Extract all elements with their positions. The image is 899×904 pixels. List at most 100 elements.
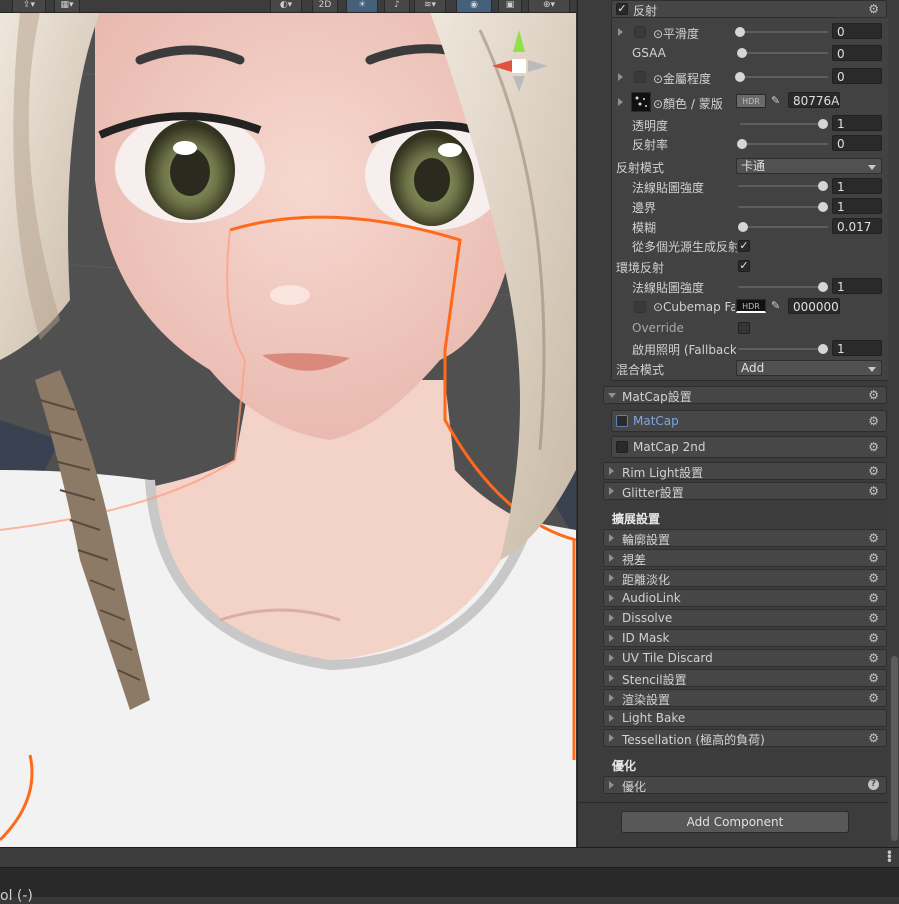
add-component-button[interactable]: Add Component (621, 811, 849, 833)
inspector-scrollbar[interactable] (888, 0, 899, 847)
color-foldout-icon[interactable] (618, 98, 623, 106)
border-slider-knob[interactable] (818, 202, 828, 212)
reflectance-value[interactable]: 0 (832, 135, 882, 151)
section-id-mask[interactable]: ID Mask ⚙ (603, 629, 887, 647)
gear-icon[interactable]: ⚙ (868, 551, 879, 565)
gsaa-slider-track[interactable] (742, 52, 828, 54)
gear-icon[interactable]: ⚙ (868, 591, 879, 605)
matcap2-checkbox[interactable] (616, 441, 628, 453)
multi-light-checkbox[interactable]: ✓ (738, 240, 750, 252)
gear-icon[interactable]: ⚙ (868, 731, 879, 745)
audio-icon[interactable]: ♪ (384, 0, 410, 13)
reflection-mode-dropdown[interactable]: 卡通 (736, 158, 882, 174)
smoothness-foldout-icon[interactable] (618, 28, 623, 36)
mode-2d-button[interactable]: 2D (312, 0, 338, 13)
camera-icon[interactable]: ▣ (498, 0, 522, 13)
section-parallax[interactable]: 視差 ⚙ (603, 549, 887, 567)
border-value[interactable]: 1 (832, 198, 882, 214)
smoothness-texture-slot[interactable] (634, 26, 646, 38)
env-normal-strength-value[interactable]: 1 (832, 278, 882, 294)
help-icon[interactable]: ? (868, 779, 879, 790)
scene-view[interactable]: ⇪▾ ▦▾ ◐▾ 2D ☀ ♪ ≋▾ ◉ ▣ ⊕▾ (0, 0, 576, 847)
transparency-value[interactable]: 1 (832, 115, 882, 131)
section-tessellation[interactable]: Tessellation (極高的負荷) ⚙ (603, 729, 887, 747)
section-audiolink[interactable]: AudioLink ⚙ (603, 589, 887, 607)
normal-strength-slider-knob[interactable] (818, 181, 828, 191)
metallic-slider-track[interactable] (740, 76, 828, 78)
metallic-slider-knob[interactable] (735, 72, 745, 82)
section-matcap[interactable]: MatCap設置 ⚙ (603, 386, 887, 404)
cubemap-hex-field[interactable]: 000000 (788, 298, 840, 314)
cubemap-texture-slot[interactable] (634, 301, 646, 313)
section-rimlight[interactable]: Rim Light設置 ⚙ (603, 462, 887, 480)
color-hex-field[interactable]: 80776A (788, 92, 840, 108)
smoothness-slider-track[interactable] (740, 31, 828, 33)
eyedropper-icon[interactable]: ✎ (771, 299, 780, 312)
gsaa-slider-knob[interactable] (737, 48, 747, 58)
section-glitter[interactable]: Glitter設置 ⚙ (603, 482, 887, 500)
color-hdr-swatch[interactable]: HDR (736, 94, 766, 108)
section-dissolve[interactable]: Dissolve ⚙ (603, 609, 887, 627)
transparency-slider-track[interactable] (740, 123, 824, 125)
normal-strength-value[interactable]: 1 (832, 178, 882, 194)
gear-icon[interactable]: ⚙ (868, 531, 879, 545)
gear-icon[interactable]: ⚙ (868, 691, 879, 705)
reflectance-slider-track[interactable] (740, 143, 828, 145)
env-normal-strength-slider-track[interactable] (738, 286, 824, 288)
override-checkbox[interactable] (738, 322, 750, 334)
matcap-panel[interactable]: MatCap ⚙ (611, 410, 887, 432)
gizmos-globe-icon[interactable]: ⊕▾ (528, 0, 570, 13)
gear-icon[interactable]: ⚙ (868, 484, 879, 498)
gsaa-value[interactable]: 0 (832, 45, 882, 61)
gizmo-tool-icon[interactable]: ⇪▾ (12, 0, 46, 13)
normal-strength-slider-track[interactable] (738, 185, 824, 187)
blur-value[interactable]: 0.017 (832, 218, 882, 234)
visibility-icon[interactable]: ◉ (456, 0, 492, 13)
section-reflection-header[interactable]: ✓ 反射 ⚙ (611, 0, 887, 18)
gear-icon[interactable]: ⚙ (868, 571, 879, 585)
blend-mode-dropdown[interactable]: Add (736, 360, 882, 376)
metallic-texture-slot[interactable] (634, 71, 646, 83)
gear-icon[interactable]: ⚙ (868, 671, 879, 685)
blur-slider-knob[interactable] (738, 222, 748, 232)
env-reflection-checkbox[interactable]: ✓ (738, 260, 750, 272)
border-slider-track[interactable] (738, 206, 824, 208)
smoothness-slider-knob[interactable] (735, 27, 745, 37)
section-rendering[interactable]: 渲染設置 ⚙ (603, 689, 887, 707)
cubemap-hdr-swatch[interactable]: HDR (736, 299, 766, 313)
env-normal-strength-slider-knob[interactable] (818, 282, 828, 292)
layers-icon[interactable]: ≋▾ (414, 0, 446, 13)
grid-icon[interactable]: ▦▾ (54, 0, 80, 13)
scrollbar-thumb[interactable] (891, 656, 898, 841)
matcap2-panel[interactable]: MatCap 2nd ⚙ (611, 436, 887, 458)
section-uv-tile-discard[interactable]: UV Tile Discard ⚙ (603, 649, 887, 667)
metallic-value[interactable]: 0 (832, 68, 882, 84)
eyedropper-icon[interactable]: ✎ (771, 94, 780, 107)
gear-icon[interactable]: ⚙ (868, 388, 879, 402)
blur-slider-track[interactable] (740, 226, 828, 228)
gear-icon[interactable]: ⚙ (868, 414, 879, 428)
gear-icon[interactable]: ⚙ (868, 651, 879, 665)
section-distance-fade[interactable]: 距離淡化 ⚙ (603, 569, 887, 587)
color-texture-thumbnail[interactable] (631, 92, 651, 112)
reflectance-slider-knob[interactable] (737, 139, 747, 149)
gear-icon[interactable]: ⚙ (868, 440, 879, 454)
gear-icon[interactable]: ⚙ (868, 2, 879, 16)
reflection-toggle[interactable]: ✓ (616, 3, 628, 15)
section-outline[interactable]: 輪廓設置 ⚙ (603, 529, 887, 547)
lighting-fallback-slider-track[interactable] (738, 348, 824, 350)
metallic-foldout-icon[interactable] (618, 73, 623, 81)
section-optimization[interactable]: 優化 ? (603, 776, 887, 794)
smoothness-value[interactable]: 0 (832, 23, 882, 39)
gear-icon[interactable]: ⚙ (868, 611, 879, 625)
section-stencil[interactable]: Stencil設置 ⚙ (603, 669, 887, 687)
lighting-fallback-slider-knob[interactable] (818, 344, 828, 354)
gear-icon[interactable]: ⚙ (868, 464, 879, 478)
section-light-bake[interactable]: Light Bake (603, 709, 887, 727)
lighting-icon[interactable]: ☀ (346, 0, 378, 13)
lighting-fallback-value[interactable]: 1 (832, 340, 882, 356)
shading-icon[interactable]: ◐▾ (270, 0, 302, 13)
matcap-checkbox[interactable] (616, 415, 628, 427)
gear-icon[interactable]: ⚙ (868, 631, 879, 645)
transparency-slider-knob[interactable] (818, 119, 828, 129)
